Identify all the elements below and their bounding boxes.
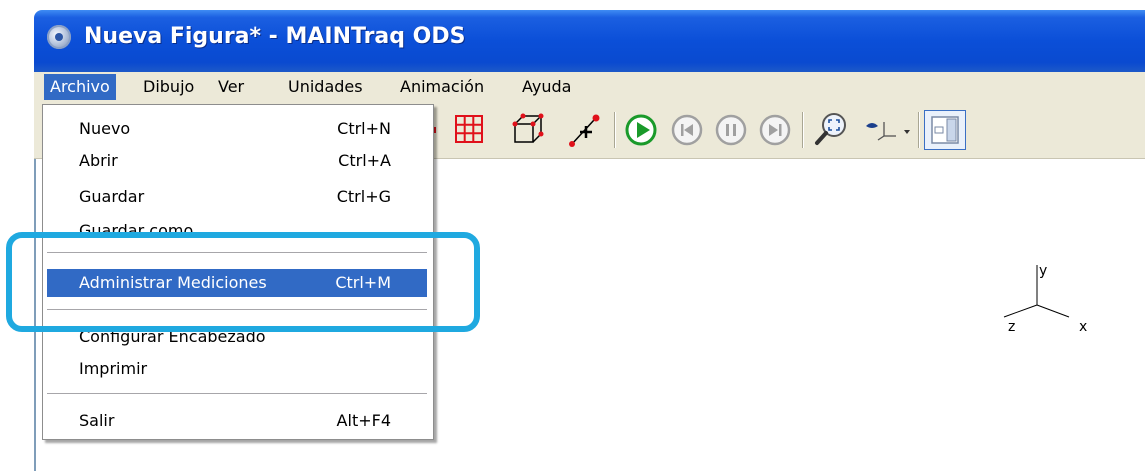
rewind-icon[interactable]: [670, 113, 704, 147]
menu-ver[interactable]: Ver: [212, 74, 250, 100]
menu-item-abrir[interactable]: Abrir Ctrl+A: [43, 147, 431, 175]
zoom-fit-icon[interactable]: [812, 110, 850, 150]
menu-animacion[interactable]: Animación: [394, 74, 490, 100]
menu-archivo[interactable]: Archivo: [44, 74, 116, 100]
highlight-callout: [6, 232, 480, 332]
view-direction-icon[interactable]: [862, 116, 912, 144]
menu-item-nuevo[interactable]: Nuevo Ctrl+N: [43, 115, 431, 143]
menu-separator: [47, 393, 427, 394]
pause-icon[interactable]: [714, 113, 748, 147]
fast-forward-icon[interactable]: [758, 113, 792, 147]
window-title: Nueva Figura* - MAINTraq ODS: [84, 24, 466, 49]
axis-z-label: z: [1008, 319, 1016, 335]
panel-toggle-icon: [931, 116, 959, 144]
app-icon: [47, 25, 71, 49]
menu-bar: Archivo Dibujo Ver Unidades Animación Ay…: [34, 72, 1145, 102]
menu-ayuda[interactable]: Ayuda: [516, 74, 577, 100]
menu-unidades[interactable]: Unidades: [282, 74, 369, 100]
cube-icon[interactable]: [510, 112, 546, 148]
add-point-icon[interactable]: [566, 110, 604, 150]
menu-item-guardar[interactable]: Guardar Ctrl+G: [43, 183, 431, 211]
toolbar-separator: [918, 112, 920, 148]
menu-dibujo[interactable]: Dibujo: [137, 74, 200, 100]
title-bar[interactable]: Nueva Figura* - MAINTraq ODS: [34, 10, 1145, 72]
axis-x-label: x: [1079, 319, 1088, 335]
axis-y-label: y: [1039, 263, 1048, 279]
menu-item-imprimir[interactable]: Imprimir: [43, 355, 431, 383]
play-icon[interactable]: [624, 113, 658, 147]
panel-toggle-button[interactable]: [924, 110, 966, 150]
menu-item-salir[interactable]: Salir Alt+F4: [43, 407, 431, 435]
toolbar-separator: [802, 112, 804, 148]
grid-icon[interactable]: [452, 112, 486, 146]
toolbar-separator: [614, 112, 616, 148]
